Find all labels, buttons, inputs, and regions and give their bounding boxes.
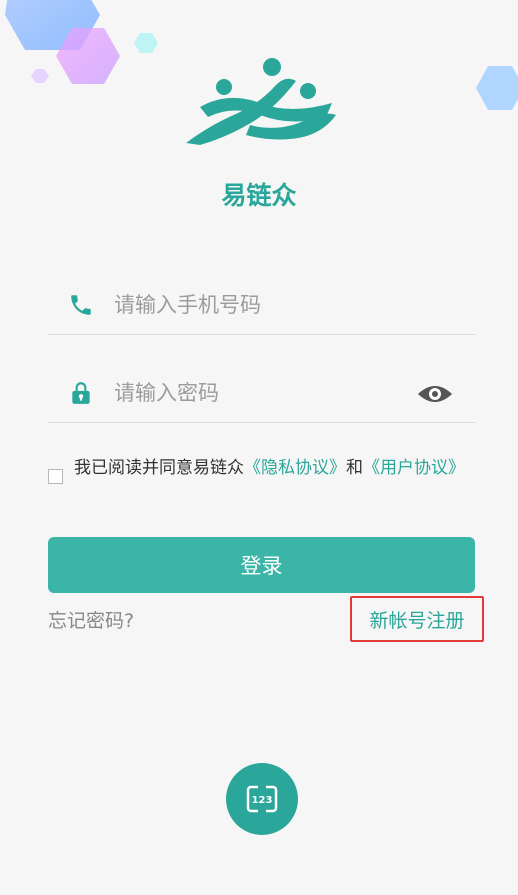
password-input[interactable] bbox=[114, 376, 414, 410]
phone-field bbox=[48, 274, 476, 335]
agreement-prefix: 我已阅读并同意易链众 bbox=[74, 458, 244, 478]
register-label: 新帐号注册 bbox=[369, 609, 465, 632]
numeric-keyboard-icon: 123 bbox=[246, 785, 278, 813]
phone-icon bbox=[71, 295, 91, 315]
app-name: 易链众 bbox=[221, 181, 297, 210]
user-agreement-link[interactable]: 《用户协议》 bbox=[363, 458, 465, 478]
agreement-checkbox[interactable] bbox=[48, 469, 63, 484]
phone-input[interactable] bbox=[114, 288, 414, 322]
app-logo bbox=[186, 58, 336, 145]
eye-icon[interactable] bbox=[416, 380, 454, 408]
privacy-link[interactable]: 《隐私协议》 bbox=[244, 458, 346, 478]
forgot-password-link[interactable]: 忘记密码? bbox=[48, 606, 134, 633]
password-field bbox=[48, 362, 476, 423]
lock-icon bbox=[72, 382, 90, 404]
keyboard-toggle-button[interactable]: 123 bbox=[226, 763, 298, 835]
svg-text:123: 123 bbox=[252, 795, 273, 806]
agreement-text: 我已阅读并同意易链众《隐私协议》和《用户协议》 bbox=[74, 457, 474, 479]
agreement-and: 和 bbox=[346, 458, 363, 478]
register-link[interactable]: 新帐号注册 bbox=[350, 596, 484, 642]
login-button[interactable]: 登录 bbox=[48, 537, 475, 593]
